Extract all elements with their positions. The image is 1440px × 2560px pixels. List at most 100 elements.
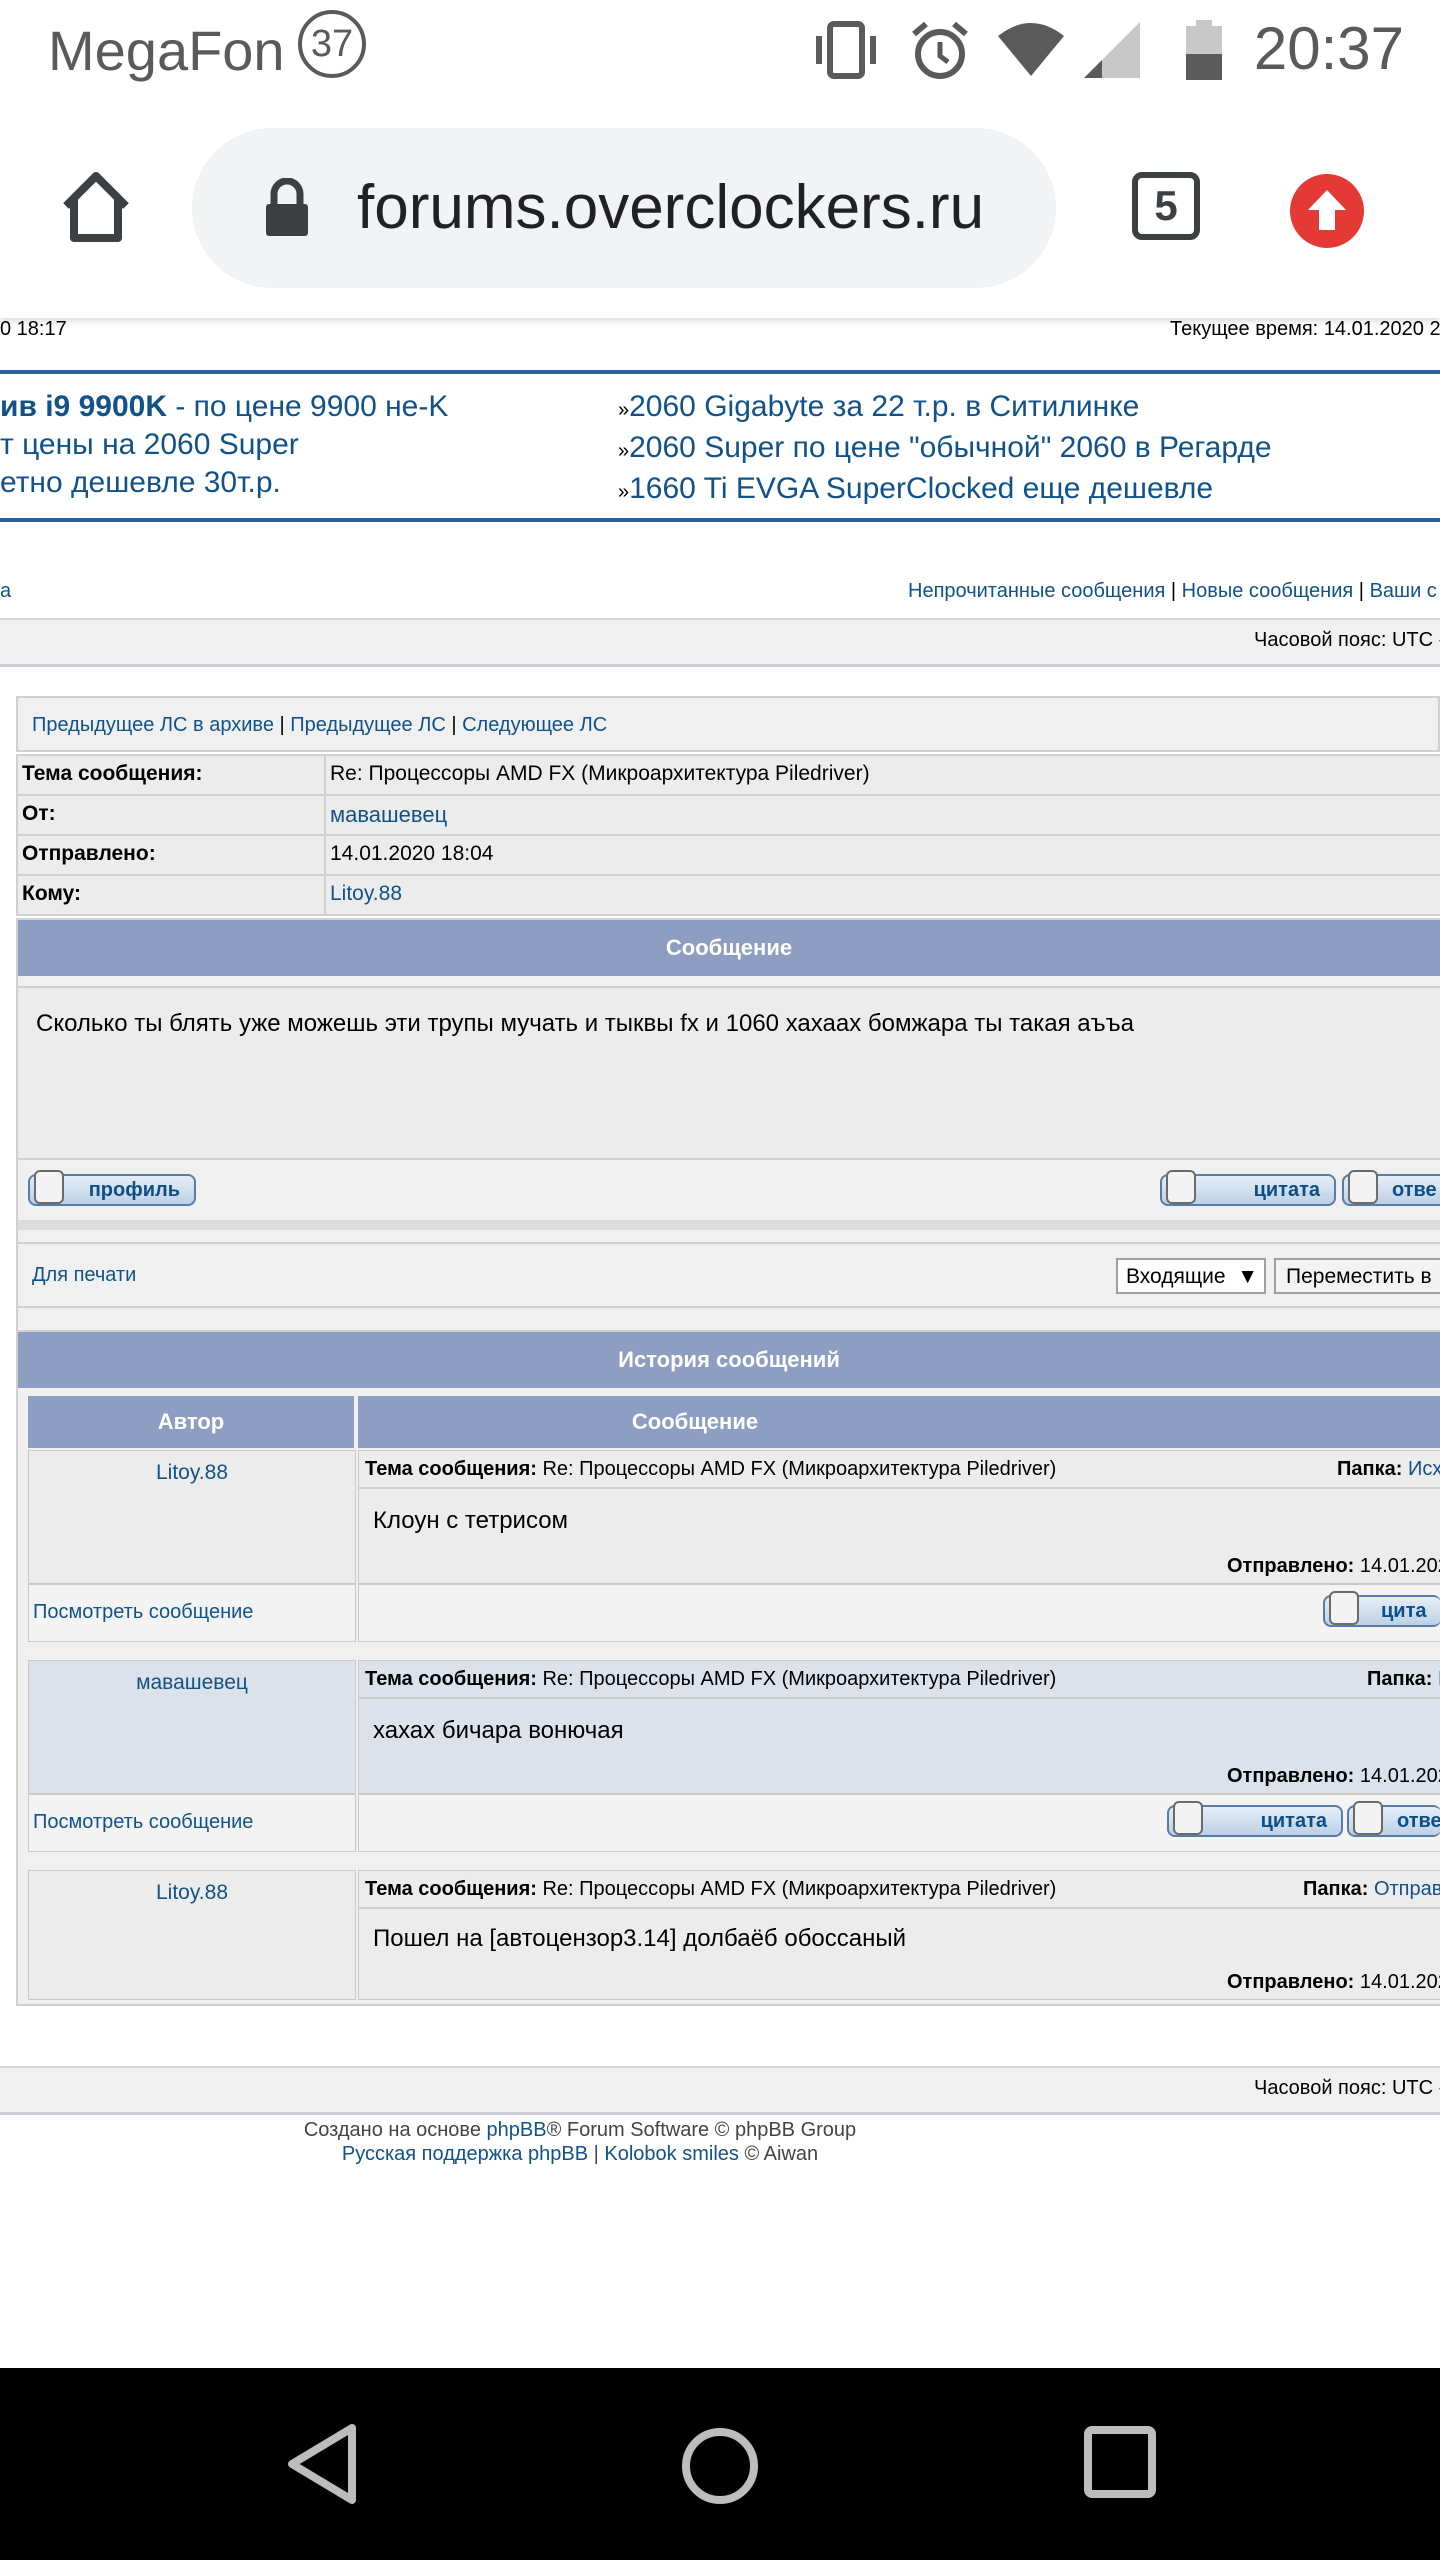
pm-info-row: Тема сообщения: Re: Процессоры AMD FX (М… xyxy=(18,756,1440,796)
view-message-link[interactable]: Посмотреть сообщение xyxy=(33,1811,253,1834)
last-visit-time: 0 18:17 xyxy=(0,318,67,340)
view-cell: Посмотреть сообщение xyxy=(28,1584,356,1642)
promo-left-item[interactable]: т цены на 2060 Super xyxy=(0,426,620,464)
pm-info-label: От: xyxy=(18,796,326,834)
your-posts-link[interactable]: Ваши с xyxy=(1370,580,1437,602)
entry-sent: Отправлено: 14.01.202 xyxy=(1227,1971,1440,1993)
promo-right-item[interactable]: »2060 Super по цене "обычной" 2060 в Рег… xyxy=(618,429,1438,470)
current-time: Текущее время: 14.01.2020 2 xyxy=(1170,318,1440,340)
alarm-icon xyxy=(912,21,968,79)
pm-nav-bar: Предыдущее ЛС в архиве | Предыдущее ЛС |… xyxy=(16,696,1440,752)
browser-toolbar: forums.overclockers.ru 5 xyxy=(0,100,1440,318)
wifi-icon xyxy=(998,23,1064,76)
promo-left-list: ив i9 9900K - по цене 9900 не-K т цены н… xyxy=(0,388,620,502)
promo-left-item[interactable]: етно дешевле 30т.р. xyxy=(0,464,620,502)
carrier-name: MegaFon xyxy=(48,19,285,82)
author-link[interactable]: Litoy.88 xyxy=(29,1881,355,1905)
battery-icon xyxy=(1186,20,1222,80)
history-header: История сообщений xyxy=(18,1332,1440,1388)
notification-count-badge: 37 xyxy=(298,10,366,78)
timezone-label: Часовой пояс: UTC - xyxy=(1254,2077,1440,2099)
print-link[interactable]: Для печати xyxy=(32,1264,136,1287)
forum-page: 0 18:17 Текущее время: 14.01.2020 2 ив i… xyxy=(0,318,1440,2368)
entry-text: Пошел на [автоцензор3.14] долбаёб обосса… xyxy=(373,1925,907,1952)
pm-info-row: Кому: Litoy.88 xyxy=(18,876,1440,914)
address-bar[interactable]: forums.overclockers.ru xyxy=(192,128,1056,288)
recipient-link[interactable]: Litoy.88 xyxy=(326,876,406,914)
status-bar: MegaFon 37 20:37 xyxy=(0,0,1440,100)
entry-subject: Тема сообщения: Re: Процессоры AMD FX (М… xyxy=(365,1878,1057,1900)
pm-info-label: Кому: xyxy=(18,876,326,914)
footer-line-1: Создано на основе phpBB® Forum Software … xyxy=(303,2119,857,2141)
next-pm-link[interactable]: Следующее ЛС xyxy=(462,714,607,736)
pm-info-table: Тема сообщения: Re: Процессоры AMD FX (М… xyxy=(16,754,1440,916)
message-cell: Тема сообщения: Re: Процессоры AMD FX (М… xyxy=(358,1660,1440,1794)
quote-button[interactable]: цитата xyxy=(1160,1170,1336,1206)
reply-button[interactable]: отве xyxy=(1347,1801,1440,1837)
status-clock: 20:37 xyxy=(1253,15,1404,82)
promo-right-item[interactable]: »2060 Gigabyte за 22 т.р. в Ситилинке xyxy=(618,388,1438,429)
kolobok-link[interactable]: Kolobok smiles xyxy=(604,2143,739,2165)
move-to-button[interactable]: Переместить в xyxy=(1274,1258,1440,1294)
entry-sent: Отправлено: 14.01.202 xyxy=(1227,1555,1440,1577)
home-icon[interactable] xyxy=(56,166,136,246)
profile-button[interactable]: профиль xyxy=(28,1170,196,1206)
phpbb-link[interactable]: phpBB xyxy=(487,2119,547,2141)
pm-info-row: Отправлено: 14.01.2020 18:04 xyxy=(18,836,1440,876)
prev-archive-link[interactable]: Предыдущее ЛС в архиве xyxy=(32,714,274,736)
tab-switcher-button[interactable]: 5 xyxy=(1132,172,1200,272)
view-message-link[interactable]: Посмотреть сообщение xyxy=(33,1601,253,1624)
entry-text: Клоун с тетрисом xyxy=(373,1507,569,1534)
phpbb-ru-link[interactable]: Русская поддержка phpBB xyxy=(342,2143,588,2165)
author-cell: Litoy.88 xyxy=(28,1870,356,2000)
reply-button[interactable]: отве xyxy=(1342,1170,1440,1206)
promo-left-item[interactable]: ив i9 9900K - по цене 9900 не-K xyxy=(0,388,620,426)
recents-icon[interactable] xyxy=(1084,2426,1156,2498)
pm-info-label: Тема сообщения: xyxy=(18,756,326,794)
promo-right-list: »2060 Gigabyte за 22 т.р. в Ситилинке »2… xyxy=(618,388,1438,511)
quote-button[interactable]: цитата xyxy=(1167,1801,1343,1837)
view-cell: Посмотреть сообщение xyxy=(28,1794,356,1852)
url-text[interactable]: forums.overclockers.ru xyxy=(357,172,984,243)
folder-select[interactable]: Входящие ▼ xyxy=(1116,1258,1266,1294)
author-cell: мавашевец xyxy=(28,1660,356,1794)
prev-pm-link[interactable]: Предыдущее ЛС xyxy=(290,714,446,736)
new-messages-link[interactable]: Новые сообщения xyxy=(1182,580,1354,602)
sender-link[interactable]: мавашевец xyxy=(326,796,451,834)
quote-icon xyxy=(1329,1591,1359,1625)
home-nav-icon[interactable] xyxy=(680,2426,760,2506)
author-link[interactable]: мавашевец xyxy=(29,1671,355,1695)
message-body: Сколько ты блять уже можешь эти трупы му… xyxy=(36,1010,1134,1037)
vibrate-icon xyxy=(816,21,876,79)
lock-icon[interactable] xyxy=(262,178,312,238)
entry-subject: Тема сообщения: Re: Процессоры AMD FX (М… xyxy=(365,1668,1057,1690)
history-entry: Litoy.88 Тема сообщения: Re: Процессоры … xyxy=(28,1450,1440,1660)
footer-line-2: Русская поддержка phpBB | Kolobok smiles… xyxy=(341,2143,819,2165)
quote-icon xyxy=(1166,1170,1196,1204)
entry-folder: Папка: Отправ xyxy=(1303,1878,1440,1900)
navigation-bar xyxy=(0,2368,1440,2560)
unread-messages-link[interactable]: Непрочитанные сообщения xyxy=(908,580,1165,602)
pm-info-value: 14.01.2020 18:04 xyxy=(330,842,494,865)
quote-button[interactable]: цита xyxy=(1323,1591,1440,1627)
left-link-fragment[interactable]: а xyxy=(0,580,11,603)
history-entry: Litoy.88 Тема сообщения: Re: Процессоры … xyxy=(28,1870,1440,2002)
timezone-label: Часовой пояс: UTC - xyxy=(1254,629,1440,651)
message-cell: Тема сообщения: Re: Процессоры AMD FX (М… xyxy=(358,1870,1440,2000)
author-link[interactable]: Litoy.88 xyxy=(29,1461,355,1485)
reply-icon xyxy=(1348,1170,1378,1204)
back-icon[interactable] xyxy=(284,2422,364,2506)
author-cell: Litoy.88 xyxy=(28,1450,356,1584)
actions-cell: цита xyxy=(358,1584,1440,1642)
message-footer-strip xyxy=(18,1220,1440,1230)
col-message: Сообщение xyxy=(358,1396,1440,1448)
reply-icon xyxy=(1353,1801,1383,1835)
promo-bottom-border xyxy=(0,518,1440,522)
history-entry: мавашевец Тема сообщения: Re: Процессоры… xyxy=(28,1660,1440,1870)
history-block: История сообщений Автор Сообщение Litoy.… xyxy=(16,1330,1440,2006)
chevron-down-icon: ▼ xyxy=(1237,1265,1258,1288)
entry-sent: Отправлено: 14.01.202 xyxy=(1227,1765,1440,1787)
promo-right-item[interactable]: »1660 Ti EVGA SuperClocked еще дешевле xyxy=(618,470,1438,511)
entry-subject: Тема сообщения: Re: Процессоры AMD FX (М… xyxy=(365,1458,1057,1480)
upload-icon[interactable] xyxy=(1290,174,1364,248)
